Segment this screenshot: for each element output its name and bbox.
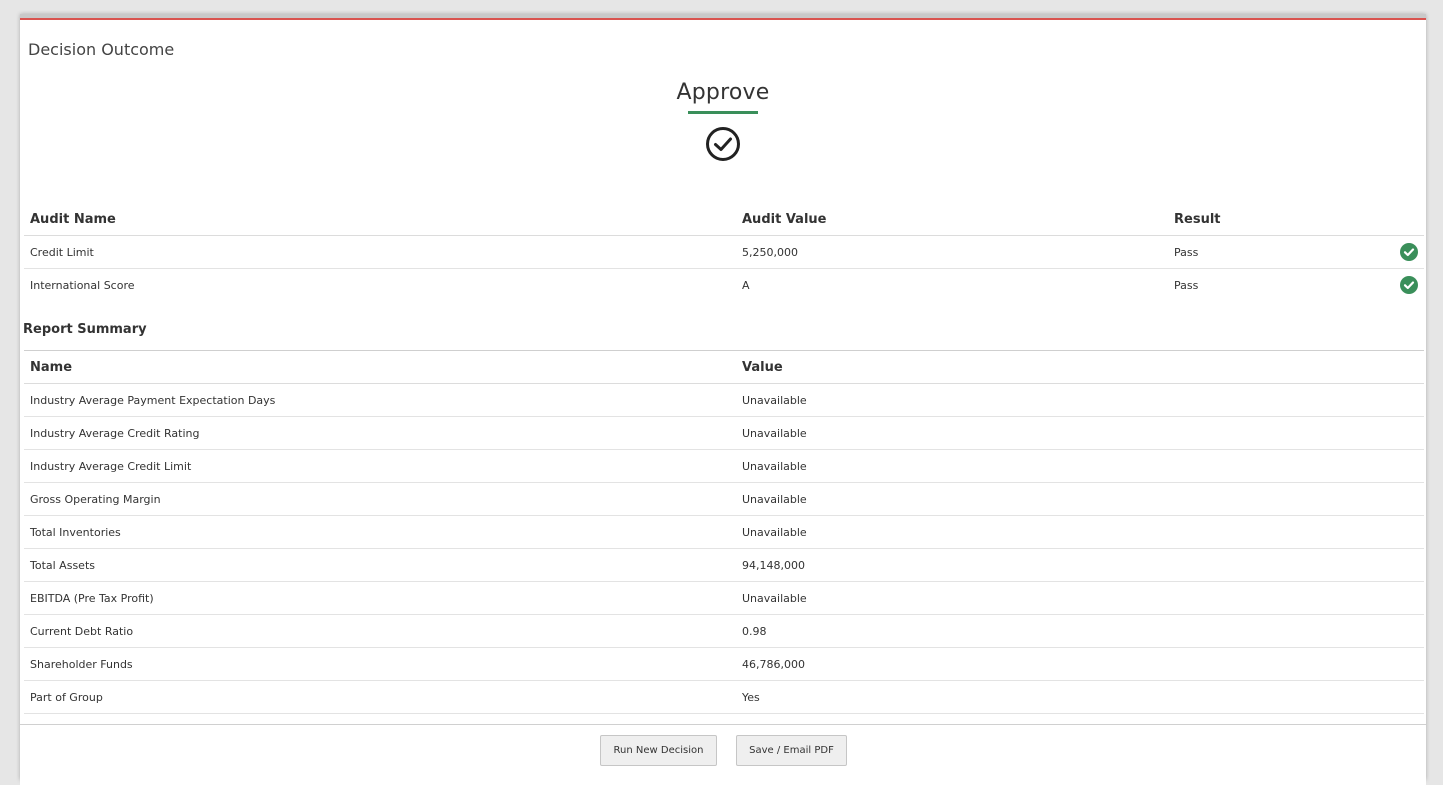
summary-value-cell: 46,786,000 (736, 647, 1424, 681)
summary-name-cell: EBITDA (Pre Tax Profit) (24, 581, 736, 615)
outcome-label: Approve (676, 80, 770, 105)
audit-result-header: Result (1168, 203, 1424, 236)
summary-name-cell: Industry Average Payment Expectation Day… (24, 383, 736, 417)
pass-check-icon (1400, 276, 1418, 294)
summary-value-cell: Unavailable (736, 515, 1424, 549)
run-new-decision-button[interactable]: Run New Decision (600, 735, 717, 766)
summary-value-cell: Unavailable (736, 581, 1424, 615)
summary-row: EBITDA (Pre Tax Profit) Unavailable (24, 581, 1424, 615)
summary-row: Gross Operating Margin Unavailable (24, 482, 1424, 516)
summary-name-cell: Industry Average Credit Limit (24, 449, 736, 483)
audit-result-cell: Pass (1168, 269, 1424, 302)
audit-result-cell: Pass (1168, 235, 1424, 269)
summary-row: Industry Average Credit Rating Unavailabl… (24, 416, 1424, 450)
audit-row: International Score A Pass (24, 269, 1424, 302)
summary-name-cell: Industry Average Credit Rating (24, 416, 736, 450)
audit-name-cell: International Score (30, 278, 135, 292)
audit-header-row: Audit Name Audit Value Result (24, 203, 1424, 236)
pass-check-icon (1400, 243, 1418, 261)
summary-value-cell: Unavailable (736, 416, 1424, 450)
summary-row: Industry Average Payment Expectation Day… (24, 383, 1424, 417)
summary-name-cell: Current Debt Ratio (24, 614, 736, 648)
summary-value-cell: Unavailable (736, 449, 1424, 483)
panel-accent-bar (20, 18, 1426, 20)
summary-value-cell: Unavailable (736, 482, 1424, 516)
summary-name-header: Name (24, 350, 736, 384)
summary-name-cell: Part of Group (24, 680, 736, 714)
audit-value-cell: A (742, 278, 750, 292)
audit-row: Credit Limit 5,250,000 Pass (24, 235, 1424, 269)
report-summary-table: Name Value Industry Average Payment Expe… (24, 350, 1424, 714)
summary-header-row: Name Value (24, 350, 1424, 384)
decision-outcome: Approve (20, 80, 1426, 162)
summary-name-cell: Gross Operating Margin (24, 482, 736, 516)
audit-value-cell: 5,250,000 (736, 235, 1168, 269)
action-footer: Run New Decision Save / Email PDF (20, 724, 1426, 785)
audit-name-header: Audit Name (24, 203, 736, 236)
save-email-pdf-button[interactable]: Save / Email PDF (736, 735, 847, 766)
summary-row: Total Assets 94,148,000 (24, 548, 1424, 582)
summary-row: Industry Average Credit Limit Unavailable (24, 449, 1424, 483)
check-circle-icon (20, 126, 1426, 162)
summary-row: Total Inventories Unavailable (24, 515, 1424, 549)
summary-value-cell: Yes (736, 680, 1424, 714)
summary-value-header: Value (736, 350, 1424, 384)
audit-result-text: Pass (1174, 278, 1199, 292)
summary-name-cell: Shareholder Funds (24, 647, 736, 681)
audit-table: Audit Name Audit Value Result Credit Lim… (24, 203, 1424, 301)
summary-row: Current Debt Ratio 0.98 (24, 614, 1424, 648)
decision-outcome-panel: Decision Outcome Approve Audit Name Audi… (20, 14, 1426, 785)
audit-result-text: Pass (1174, 245, 1199, 259)
summary-row: Shareholder Funds 46,786,000 (24, 647, 1424, 681)
summary-value-cell: 0.98 (736, 614, 1424, 648)
summary-row: Part of Group Yes (24, 680, 1424, 714)
outcome-underline (688, 111, 758, 114)
summary-name-cell: Total Inventories (24, 515, 736, 549)
summary-name-cell: Total Assets (24, 548, 736, 582)
audit-value-header: Audit Value (736, 203, 1168, 236)
report-summary-heading: Report Summary (23, 322, 147, 337)
summary-value-cell: 94,148,000 (736, 548, 1424, 582)
panel-title: Decision Outcome (28, 40, 175, 59)
summary-value-cell: Unavailable (736, 383, 1424, 417)
audit-name-cell: Credit Limit (24, 235, 736, 269)
